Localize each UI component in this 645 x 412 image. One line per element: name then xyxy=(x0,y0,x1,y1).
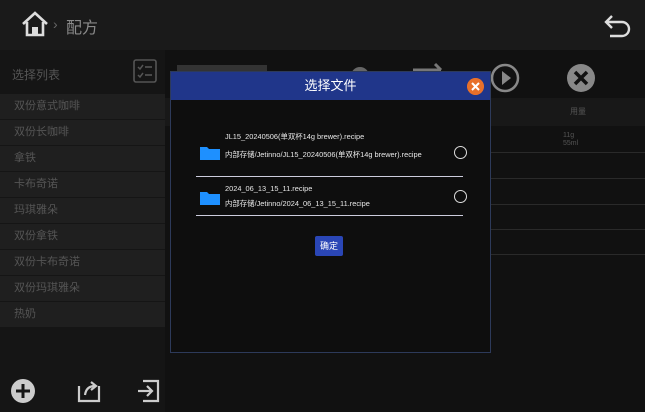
cancel-icon[interactable] xyxy=(565,62,597,94)
table-cell: 11g xyxy=(563,132,575,139)
sidebar-item[interactable]: 双份意式咖啡 xyxy=(0,94,165,119)
file-radio[interactable] xyxy=(454,146,467,159)
sidebar-item[interactable]: 双份长咖啡 xyxy=(0,120,165,145)
sidebar-item[interactable]: 热奶 xyxy=(0,302,165,327)
home-icon[interactable] xyxy=(20,10,50,38)
top-bar: › 配方 xyxy=(0,0,645,50)
sidebar-item[interactable]: 双份玛琪雅朵 xyxy=(0,276,165,301)
file-path: 内部存储/Jetinno/JL15_20240506(单双杯14g brewer… xyxy=(225,150,422,159)
sidebar-header: 选择列表 xyxy=(0,50,165,94)
list-divider xyxy=(196,215,463,216)
sidebar-item[interactable]: 玛琪雅朵 xyxy=(0,198,165,223)
file-name: 2024_06_13_15_11.recipe xyxy=(225,184,313,193)
checklist-icon[interactable] xyxy=(133,59,157,83)
play-icon[interactable] xyxy=(489,62,521,94)
confirm-button[interactable]: 确定 xyxy=(315,236,343,256)
back-arrow-icon[interactable] xyxy=(602,12,632,38)
column-header-amount: 用量 xyxy=(570,107,586,116)
page-title: 配方 xyxy=(66,20,99,37)
file-name: JL15_20240506(单双杯14g brewer).recipe xyxy=(225,132,365,141)
export-icon[interactable] xyxy=(76,378,102,404)
folder-icon xyxy=(200,147,220,160)
import-icon[interactable] xyxy=(135,378,161,404)
file-list-item[interactable]: JL15_20240506(单双杯14g brewer).recipe 内部存储… xyxy=(196,130,467,174)
file-list-item[interactable]: 2024_06_13_15_11.recipe 内部存储/Jetinno/202… xyxy=(196,182,467,214)
breadcrumb-separator: › xyxy=(53,16,58,32)
recipe-list: 双份意式咖啡 双份长咖啡 拿铁 卡布奇诺 玛琪雅朵 双份拿铁 双份卡布奇诺 双份… xyxy=(0,94,165,328)
file-radio[interactable] xyxy=(454,190,467,203)
sidebar-title: 选择列表 xyxy=(12,68,61,82)
sidebar-item[interactable]: 拿铁 xyxy=(0,146,165,171)
list-divider xyxy=(196,176,463,177)
sidebar-item[interactable]: 双份卡布奇诺 xyxy=(0,250,165,275)
select-file-dialog: 选择文件 JL15_20240506(单双杯14g brewer).recipe… xyxy=(170,71,491,353)
sidebar: 选择列表 双份意式咖啡 双份长咖啡 拿铁 卡布奇诺 玛琪雅朵 双份拿铁 双份卡布… xyxy=(0,50,165,412)
folder-icon xyxy=(200,192,220,205)
dialog-header: 选择文件 xyxy=(171,72,490,100)
dialog-title: 选择文件 xyxy=(304,78,357,93)
sidebar-item[interactable]: 卡布奇诺 xyxy=(0,172,165,197)
sidebar-footer xyxy=(0,372,165,412)
file-path: 内部存储/Jetinno/2024_06_13_15_11.recipe xyxy=(225,199,370,208)
sidebar-item[interactable]: 双份拿铁 xyxy=(0,224,165,249)
close-icon[interactable] xyxy=(467,78,484,95)
table-cell: 55ml xyxy=(563,140,579,147)
add-icon[interactable] xyxy=(10,378,36,404)
